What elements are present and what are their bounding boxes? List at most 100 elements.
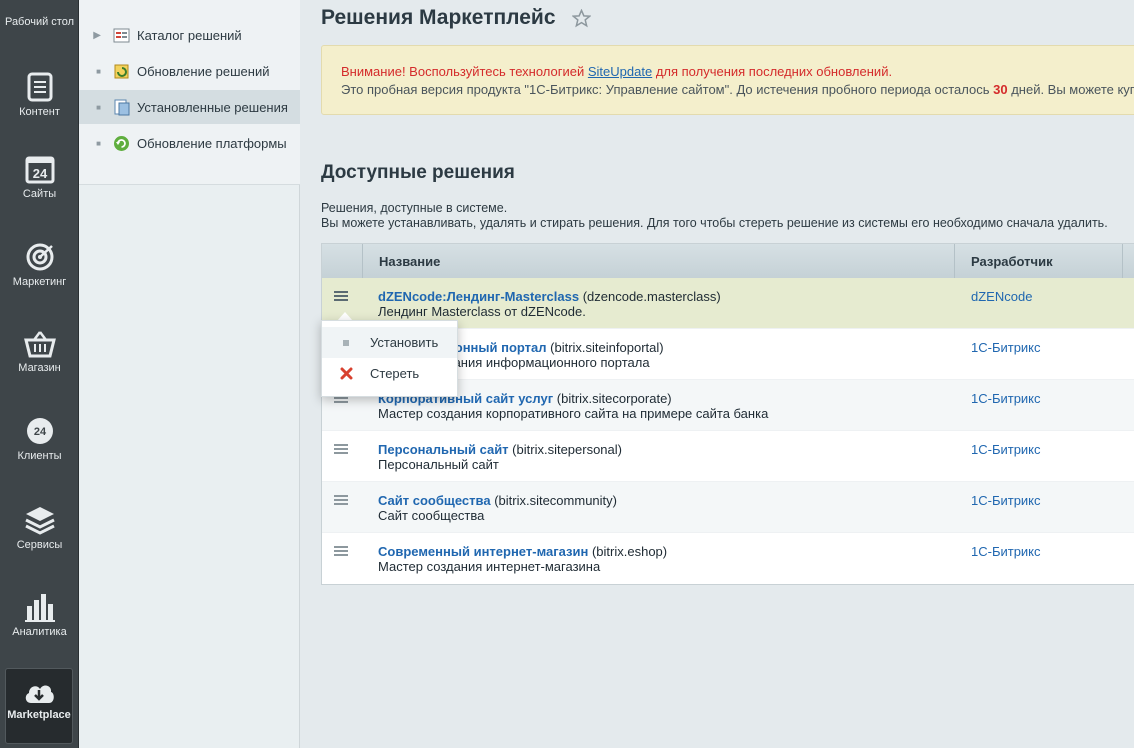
tree-item-catalog[interactable]: ▶ Каталог решений xyxy=(79,18,300,52)
developer-link[interactable]: 1С-Битрикс xyxy=(955,533,1123,584)
trial-message: Это пробная версия продукта "1С-Битрикс:… xyxy=(341,81,1134,99)
solution-code: (bitrix.eshop) xyxy=(588,544,668,559)
delete-x-icon xyxy=(322,367,370,380)
menu-item-shop[interactable]: Магазин xyxy=(0,330,79,374)
solutions-table: Название Разработчик dZENcode:Лендинг-Ma… xyxy=(321,243,1134,585)
page-title-text: Решения Маркетплейс xyxy=(321,6,556,29)
menu-item-desktop[interactable]: Рабочий стол xyxy=(0,16,79,28)
bullet-icon xyxy=(322,339,370,346)
expand-arrow-icon[interactable]: ▶ xyxy=(79,30,101,41)
solution-code: (bitrix.sitecorporate) xyxy=(553,391,672,406)
table-header: Название Разработчик xyxy=(322,244,1134,278)
svg-text:24: 24 xyxy=(33,426,46,438)
update-warning: Внимание! Воспользуйтесь технологией Sit… xyxy=(341,63,1134,81)
catalog-icon xyxy=(113,28,130,42)
services-layers-icon xyxy=(24,507,55,535)
favorite-star-icon[interactable] xyxy=(571,8,591,28)
trial-notice: Внимание! Воспользуйтесь технологией Sit… xyxy=(321,45,1134,115)
menu-item-label: Сайты xyxy=(22,188,57,200)
menu-item-label: Контент xyxy=(19,106,60,118)
tree-item-platform-update[interactable]: ■ Обновление платформы xyxy=(79,126,300,160)
developer-link[interactable]: dZENcode xyxy=(955,278,1123,328)
clients-24-icon: 24 xyxy=(26,418,53,444)
row-actions-menu-icon[interactable] xyxy=(322,533,363,584)
tree-item-label: Обновление платформы xyxy=(137,135,287,151)
solution-cell: Персональный сайт (bitrix.sitepersonal) П… xyxy=(363,431,955,481)
developer-link[interactable]: 1С-Битрикс xyxy=(955,380,1123,430)
table-row[interactable]: Современный интернет-магазин (bitrix.esh… xyxy=(322,533,1134,584)
tree-item-label: Каталог решений xyxy=(137,27,242,43)
row-context-menu: Установить Стереть xyxy=(321,320,458,397)
solution-description: Персональный сайт xyxy=(378,457,499,472)
menu-item-install-label: Установить xyxy=(370,335,439,350)
menu-item-erase-label: Стереть xyxy=(370,366,420,381)
section-description: Решения, доступные в системе. Вы можете … xyxy=(321,201,1108,231)
table-row[interactable]: Персональный сайт (bitrix.sitepersonal) П… xyxy=(322,431,1134,482)
solution-description: Мастер создания корпоративного сайта на … xyxy=(378,406,769,421)
description-line: Вы можете устанавливать, удалять и стира… xyxy=(321,216,1108,230)
solution-description: Мастер создания интернет-магазина xyxy=(378,559,601,574)
shop-basket-icon xyxy=(23,331,56,358)
siteupdate-link[interactable]: SiteUpdate xyxy=(588,64,652,79)
warning-text: Внимание! Воспользуйтесь технологией xyxy=(341,64,588,79)
installed-solutions-icon xyxy=(114,99,130,115)
solution-cell: Современный интернет-магазин (bitrix.esh… xyxy=(363,533,955,584)
svg-text:24: 24 xyxy=(32,166,47,181)
solution-title-link[interactable]: Современный интернет-магазин xyxy=(378,544,588,559)
analytics-bars-icon xyxy=(24,594,55,622)
section-title: Доступные решения xyxy=(321,162,515,183)
row-actions-menu-icon[interactable] xyxy=(322,431,363,481)
menu-item-label: Аналитика xyxy=(12,626,67,638)
menu-item-label: Магазин xyxy=(18,362,61,374)
menu-item-marketplace[interactable]: Marketplace xyxy=(5,668,73,744)
section-tree: ▶ Каталог решений ■ Обновление решений ■… xyxy=(79,0,300,748)
solution-title-link[interactable]: Персональный сайт xyxy=(378,442,509,457)
tree-item-installed-solutions[interactable]: ■ Установленные решения xyxy=(79,90,300,124)
content-icon xyxy=(27,72,52,102)
cloud-download-icon xyxy=(25,685,54,703)
bullet-icon: ■ xyxy=(96,102,101,112)
trial-text: Это пробная версия продукта "1С-Битрикс:… xyxy=(341,82,994,97)
solution-title-link[interactable]: Сайт сообщества xyxy=(378,493,491,508)
tree-item-label: Обновление решений xyxy=(137,63,270,79)
menu-item-install[interactable]: Установить xyxy=(322,327,457,358)
page-title: Решения Маркетплейс xyxy=(321,6,591,30)
solution-description: Лендинг Masterclass от dZENcode. xyxy=(378,304,586,319)
menu-item-services[interactable]: Сервисы xyxy=(0,505,79,551)
solution-code: (bitrix.siteinfoportal) xyxy=(546,340,664,355)
tree-item-update-solutions[interactable]: ■ Обновление решений xyxy=(79,54,300,88)
column-header-name[interactable]: Название xyxy=(363,244,955,278)
table-row[interactable]: Сайт сообщества (bitrix.sitecommunity) Са… xyxy=(322,482,1134,533)
developer-link[interactable]: 1С-Битрикс xyxy=(955,431,1123,481)
menu-item-label: Сервисы xyxy=(16,539,63,551)
header-actions-column xyxy=(322,244,363,278)
row-actions-menu-icon[interactable] xyxy=(322,482,363,532)
bullet-icon: ■ xyxy=(96,138,101,148)
solution-code: (bitrix.sitecommunity) xyxy=(490,493,617,508)
left-menu: Рабочий стол Контент 24 Сайты Маркетинг … xyxy=(0,0,79,748)
solution-code: (dzencode.masterclass) xyxy=(579,289,721,304)
trial-days: 30 xyxy=(993,82,1008,97)
menu-item-sites[interactable]: 24 Сайты xyxy=(0,156,79,200)
menu-item-erase[interactable]: Стереть xyxy=(322,358,457,389)
menu-item-clients[interactable]: 24 Клиенты xyxy=(0,416,79,462)
menu-item-marketing[interactable]: Маркетинг xyxy=(0,242,79,288)
developer-link[interactable]: 1С-Битрикс xyxy=(955,482,1123,532)
platform-update-icon xyxy=(114,135,129,151)
marketing-target-icon xyxy=(26,243,53,271)
developer-link[interactable]: 1С-Битрикс xyxy=(955,329,1123,379)
trial-text-end: дней. Вы можете куп xyxy=(1007,82,1134,97)
menu-item-content[interactable]: Контент xyxy=(0,72,79,118)
description-line: Решения, доступные в системе. xyxy=(321,201,508,215)
solution-description: Сайт сообщества xyxy=(378,508,485,523)
menu-item-label: Marketplace xyxy=(7,709,71,721)
solution-cell: Сайт сообщества (bitrix.sitecommunity) Са… xyxy=(363,482,955,532)
update-solutions-icon xyxy=(114,64,129,78)
solution-code: (bitrix.sitepersonal) xyxy=(508,442,622,457)
column-header-developer[interactable]: Разработчик xyxy=(955,244,1123,278)
solution-title-link[interactable]: dZENcode:Лендинг-Masterclass xyxy=(378,289,579,304)
menu-item-label: Рабочий стол xyxy=(4,16,75,28)
sites-icon: 24 xyxy=(25,156,54,184)
menu-item-analytics[interactable]: Аналитика xyxy=(0,592,79,638)
warning-text-end: для получения последних обновлений. xyxy=(652,64,893,79)
